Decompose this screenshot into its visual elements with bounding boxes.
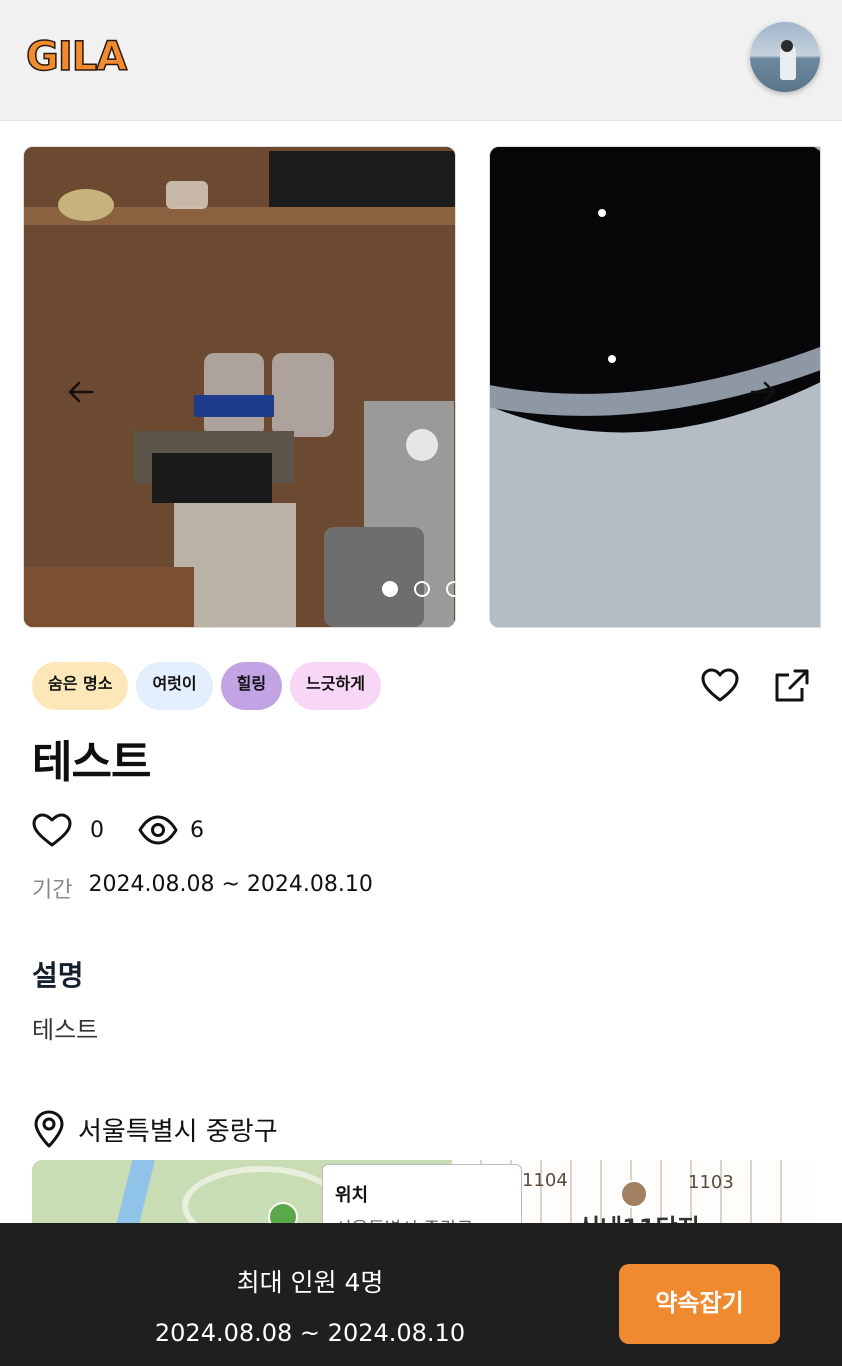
- carousel-slide-2[interactable]: [489, 146, 821, 628]
- avatar-head-shape: [781, 40, 793, 52]
- period-label: 기간: [32, 878, 73, 903]
- map-info-popup: 위치 서울특별시 중랑구: [322, 1164, 522, 1230]
- carousel-dots: [382, 581, 455, 597]
- description-text: 테스트: [32, 1016, 99, 1044]
- map-pin-icon: [34, 1110, 64, 1148]
- app-header: GILA: [0, 0, 842, 121]
- location-map[interactable]: 1104 1103 신내11단지 위치 서울특별시 중랑구: [32, 1160, 810, 1230]
- carousel-prev-button[interactable]: [66, 377, 96, 412]
- location-row: 서울특별시 중랑구: [32, 1110, 278, 1148]
- arrow-left-icon: [68, 381, 94, 403]
- like-count: 0: [90, 817, 104, 843]
- bottom-action-bar: 최대 인원 4명 2024.08.08 ~ 2024.08.10 약속잡기: [0, 1223, 842, 1366]
- period-value: 2024.08.08 ~ 2024.08.10: [88, 872, 373, 897]
- arrow-right-icon: [750, 381, 776, 403]
- tag-chip[interactable]: 느긋하게: [290, 662, 381, 710]
- make-appointment-button[interactable]: 약속잡기: [619, 1264, 780, 1344]
- carousel-dot-1[interactable]: [382, 581, 398, 597]
- user-avatar[interactable]: [750, 22, 820, 92]
- tag-chip[interactable]: 숨은 명소: [32, 662, 129, 710]
- tag-chip[interactable]: 여럿이: [136, 662, 213, 710]
- location-text: 서울특별시 중랑구: [78, 1116, 278, 1147]
- map-label-1103: 1103: [688, 1172, 734, 1193]
- image-carousel: [0, 146, 842, 630]
- post-title: 테스트: [32, 737, 151, 788]
- carousel-dot-3[interactable]: [446, 581, 455, 597]
- map-label-1104: 1104: [522, 1170, 568, 1191]
- tag-chip[interactable]: 힐링: [220, 662, 283, 710]
- description-heading: 설명: [32, 959, 84, 992]
- tag-list: 숨은 명소 여럿이 힐링 느긋하게: [32, 662, 381, 710]
- like-button[interactable]: [700, 666, 740, 706]
- building-marker-icon[interactable]: [620, 1180, 648, 1208]
- post-stats: 0 6: [32, 812, 238, 848]
- heart-icon: [32, 813, 72, 847]
- carousel-dot-2[interactable]: [414, 581, 430, 597]
- view-count: 6: [190, 817, 204, 843]
- app-logo[interactable]: GILA: [25, 33, 128, 81]
- bottom-dates-text: 2024.08.08 ~ 2024.08.10: [154, 1319, 466, 1347]
- carousel-next-button[interactable]: [748, 377, 778, 412]
- eye-icon: [138, 815, 178, 845]
- popup-title: 위치: [335, 1185, 369, 1206]
- heart-icon: [701, 668, 739, 702]
- carousel-slide-1[interactable]: [23, 146, 456, 628]
- share-icon: [775, 669, 809, 702]
- share-button[interactable]: [772, 666, 812, 706]
- max-capacity-text: 최대 인원 4명: [236, 1268, 384, 1297]
- period-row: 기간 2024.08.08 ~ 2024.08.10: [32, 872, 373, 904]
